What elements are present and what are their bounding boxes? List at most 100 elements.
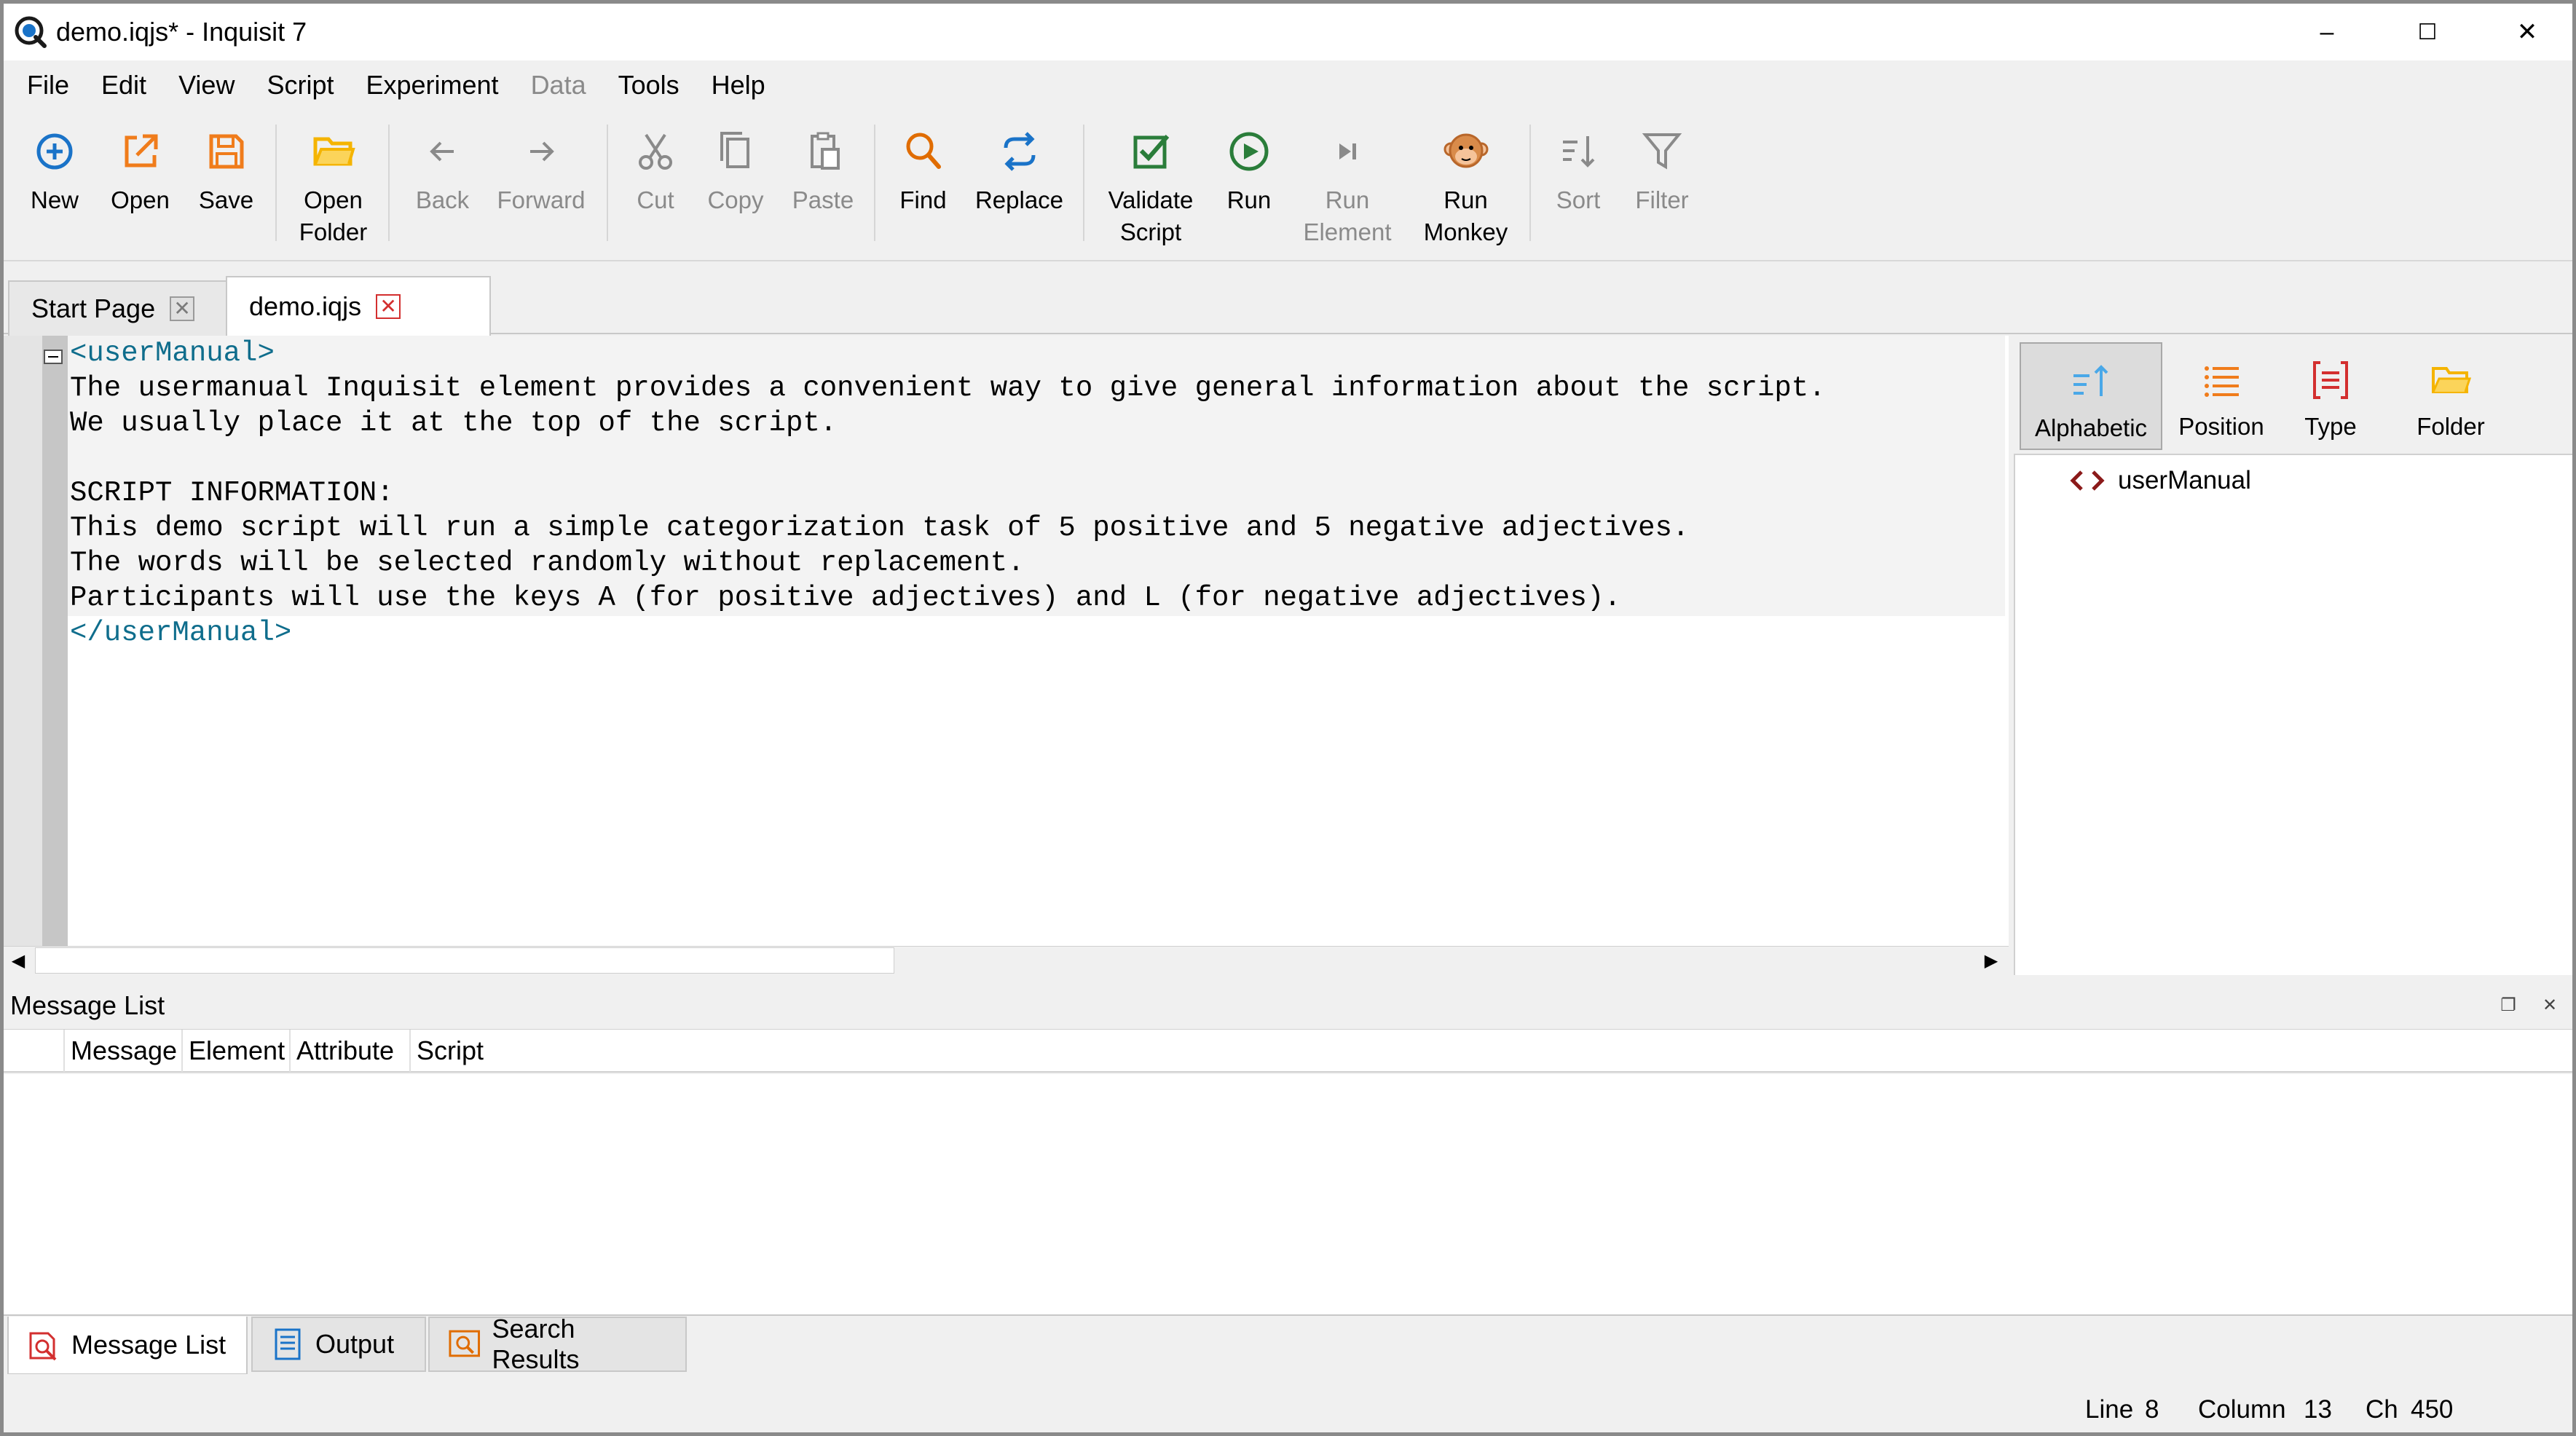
run-label: Run (1226, 186, 1272, 213)
status-bar (4, 1374, 2572, 1432)
menu-data[interactable]: Data (515, 63, 602, 107)
fold-margin (42, 336, 68, 946)
status-column-label: Column (2198, 1395, 2286, 1424)
validate-checkbox-icon (1133, 135, 1170, 169)
run-monkey-button[interactable]: Run Monkey (1413, 116, 1519, 254)
save-button[interactable]: Save (184, 116, 268, 254)
replace-button[interactable]: Replace (966, 116, 1072, 254)
column-header-attribute[interactable]: Attribute (289, 1030, 417, 1072)
copy-label: Copy (707, 186, 764, 213)
copy-button[interactable]: Copy (696, 116, 776, 254)
validate-script-button[interactable]: Validate Script (1096, 116, 1205, 254)
status-line-value: 8 (2145, 1395, 2159, 1424)
tab-label: Search Results (492, 1314, 580, 1374)
close-window-button[interactable]: ✕ (2476, 4, 2576, 60)
new-button[interactable]: New (11, 116, 98, 254)
open-label: Open (111, 186, 170, 213)
replace-label: Replace (974, 186, 1064, 213)
menu-view[interactable]: View (162, 63, 251, 107)
find-button[interactable]: Find (885, 116, 961, 254)
type-sort-button[interactable]: Type (2283, 342, 2378, 450)
code-line[interactable]: </userManual> (70, 615, 291, 650)
column-header-script[interactable]: Script (409, 1030, 526, 1072)
tree-item-usermanual[interactable]: userManual (2067, 463, 2251, 498)
open-button[interactable]: Open (98, 116, 182, 254)
close-panel-icon[interactable]: ✕ (2540, 995, 2560, 1015)
tree-item-label: userManual (2118, 466, 2251, 494)
search-results-icon (449, 1330, 481, 1357)
title-bar: demo.iqjs* - Inquisit 7 – ☐ ✕ (4, 4, 2572, 60)
code-line[interactable]: Participants will use the keys A (for po… (70, 580, 1621, 615)
close-tab-icon[interactable]: ✕ (170, 296, 195, 321)
toolbar-separator (275, 125, 277, 241)
fold-collapse-icon[interactable] (44, 350, 63, 364)
message-list-body[interactable] (4, 1074, 2572, 1314)
position-sort-button[interactable]: Position (2167, 342, 2276, 450)
tab-label: Start Page (31, 293, 156, 323)
column-header-message[interactable]: Message (63, 1030, 194, 1072)
toolbar-separator (607, 125, 608, 241)
code-line[interactable]: The words will be selected randomly with… (70, 545, 1025, 580)
sort-icon (1563, 136, 1595, 167)
paste-label: Paste (792, 186, 854, 213)
menu-tools[interactable]: Tools (602, 63, 696, 107)
toolbar: New Open Save Open Folder Back Forward C… (4, 110, 2572, 261)
menu-experiment[interactable]: Experiment (350, 63, 514, 107)
sort-label: Sort (1556, 186, 1601, 213)
replace-icon (1004, 132, 1035, 171)
back-label: Back (415, 186, 470, 213)
scroll-left-icon[interactable]: ◀ (4, 946, 33, 975)
tab-search-results[interactable]: Search Results (428, 1314, 687, 1374)
cut-label: Cut (637, 186, 674, 213)
code-tag-icon (2070, 470, 2105, 491)
menu-help[interactable]: Help (696, 63, 781, 107)
code-line[interactable]: <userManual> (70, 336, 275, 371)
close-tab-icon[interactable]: ✕ (376, 294, 401, 319)
run-button[interactable]: Run (1213, 116, 1285, 254)
paste-button[interactable]: Paste (779, 116, 867, 254)
code-line[interactable]: This demo script will run a simple categ… (70, 510, 1689, 545)
folder-sort-button[interactable]: Folder (2396, 342, 2505, 450)
save-icon (209, 134, 243, 169)
paste-icon (811, 132, 840, 170)
open-folder-label: Open Folder (299, 186, 368, 245)
minimize-button[interactable]: – (2276, 4, 2378, 60)
menu-file[interactable]: File (11, 63, 85, 107)
scrollbar-thumb[interactable] (35, 947, 894, 974)
code-line[interactable]: SCRIPT INFORMATION: (70, 476, 394, 510)
column-header-element[interactable]: Element (181, 1030, 298, 1072)
alphabetic-sort-button[interactable]: Alphabetic (2020, 342, 2162, 450)
scroll-right-icon[interactable]: ▶ (1977, 946, 2006, 975)
run-element-button[interactable]: Run Element (1296, 116, 1398, 254)
cut-button[interactable]: Cut (619, 116, 692, 254)
toolbar-separator (874, 125, 875, 241)
tab-demo-iqjs[interactable]: demo.iqjs ✕ (226, 276, 491, 337)
run-element-label: Run Element (1303, 186, 1392, 245)
sort-button[interactable]: Sort (1542, 116, 1615, 254)
tab-message-list[interactable]: Message List (7, 1317, 248, 1375)
toolbar-separator (388, 125, 390, 241)
open-folder-button[interactable]: Open Folder (288, 116, 379, 254)
menu-script[interactable]: Script (251, 63, 350, 107)
validate-script-label: Validate Script (1108, 186, 1194, 245)
message-list-title: Message List (10, 990, 165, 1020)
menu-bar: File Edit View Script Experiment Data To… (4, 60, 2572, 110)
copy-icon (720, 132, 749, 168)
alphabetic-label: Alphabetic (2034, 414, 2148, 441)
code-line[interactable]: The usermanual Inquisit element provides… (70, 371, 1826, 406)
code-line[interactable]: We usually place it at the top of the sc… (70, 406, 837, 441)
menu-edit[interactable]: Edit (85, 63, 162, 107)
filter-button[interactable]: Filter (1622, 116, 1702, 254)
open-external-icon (125, 134, 157, 167)
type-bracket-icon (2313, 361, 2348, 399)
back-button[interactable]: Back (401, 116, 484, 254)
status-column-value: 13 (2304, 1395, 2332, 1424)
maximize-button[interactable]: ☐ (2376, 4, 2478, 60)
message-list-icon (29, 1332, 57, 1361)
message-list-header (4, 982, 2572, 1029)
forward-button[interactable]: Forward (490, 116, 592, 254)
toolbar-separator (1529, 125, 1531, 241)
tab-output[interactable]: Output (251, 1317, 426, 1372)
restore-panel-icon[interactable]: ❐ (2498, 995, 2518, 1015)
type-label: Type (2304, 413, 2357, 440)
